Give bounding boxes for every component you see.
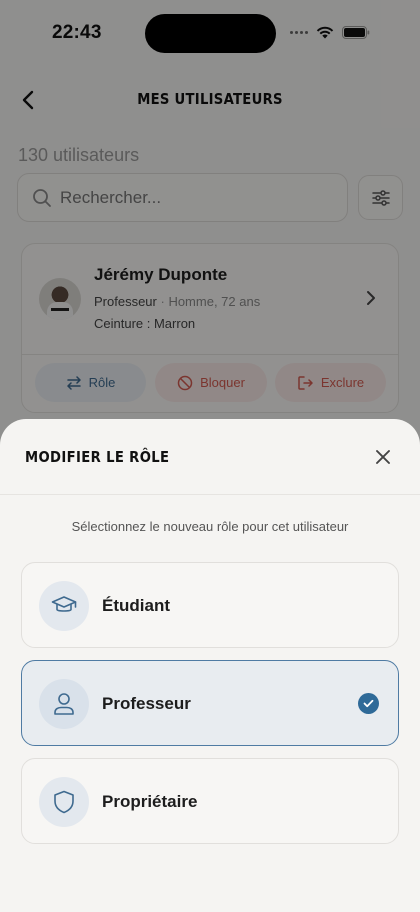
role-option-owner[interactable]: Propriétaire	[21, 758, 399, 844]
shield-icon	[54, 790, 74, 814]
close-button[interactable]	[372, 446, 394, 468]
check-icon	[358, 693, 379, 714]
role-option-label: Professeur	[102, 694, 191, 713]
role-option-student[interactable]: Étudiant	[21, 562, 399, 648]
role-icon-container	[39, 581, 89, 631]
role-option-teacher[interactable]: Professeur	[21, 660, 399, 746]
role-icon-container	[39, 777, 89, 827]
sheet-divider	[0, 494, 420, 495]
close-icon	[376, 450, 390, 464]
graduation-cap-icon	[51, 596, 77, 612]
person-icon	[54, 693, 74, 715]
sheet-title: MODIFIER LE RÔLE	[25, 448, 170, 466]
role-option-label: Propriétaire	[102, 792, 198, 811]
change-role-sheet: MODIFIER LE RÔLE Sélectionnez le nouveau…	[0, 419, 420, 912]
role-option-label: Étudiant	[102, 596, 170, 615]
role-icon-container	[39, 679, 89, 729]
sheet-subtitle: Sélectionnez le nouveau rôle pour cet ut…	[71, 519, 349, 534]
